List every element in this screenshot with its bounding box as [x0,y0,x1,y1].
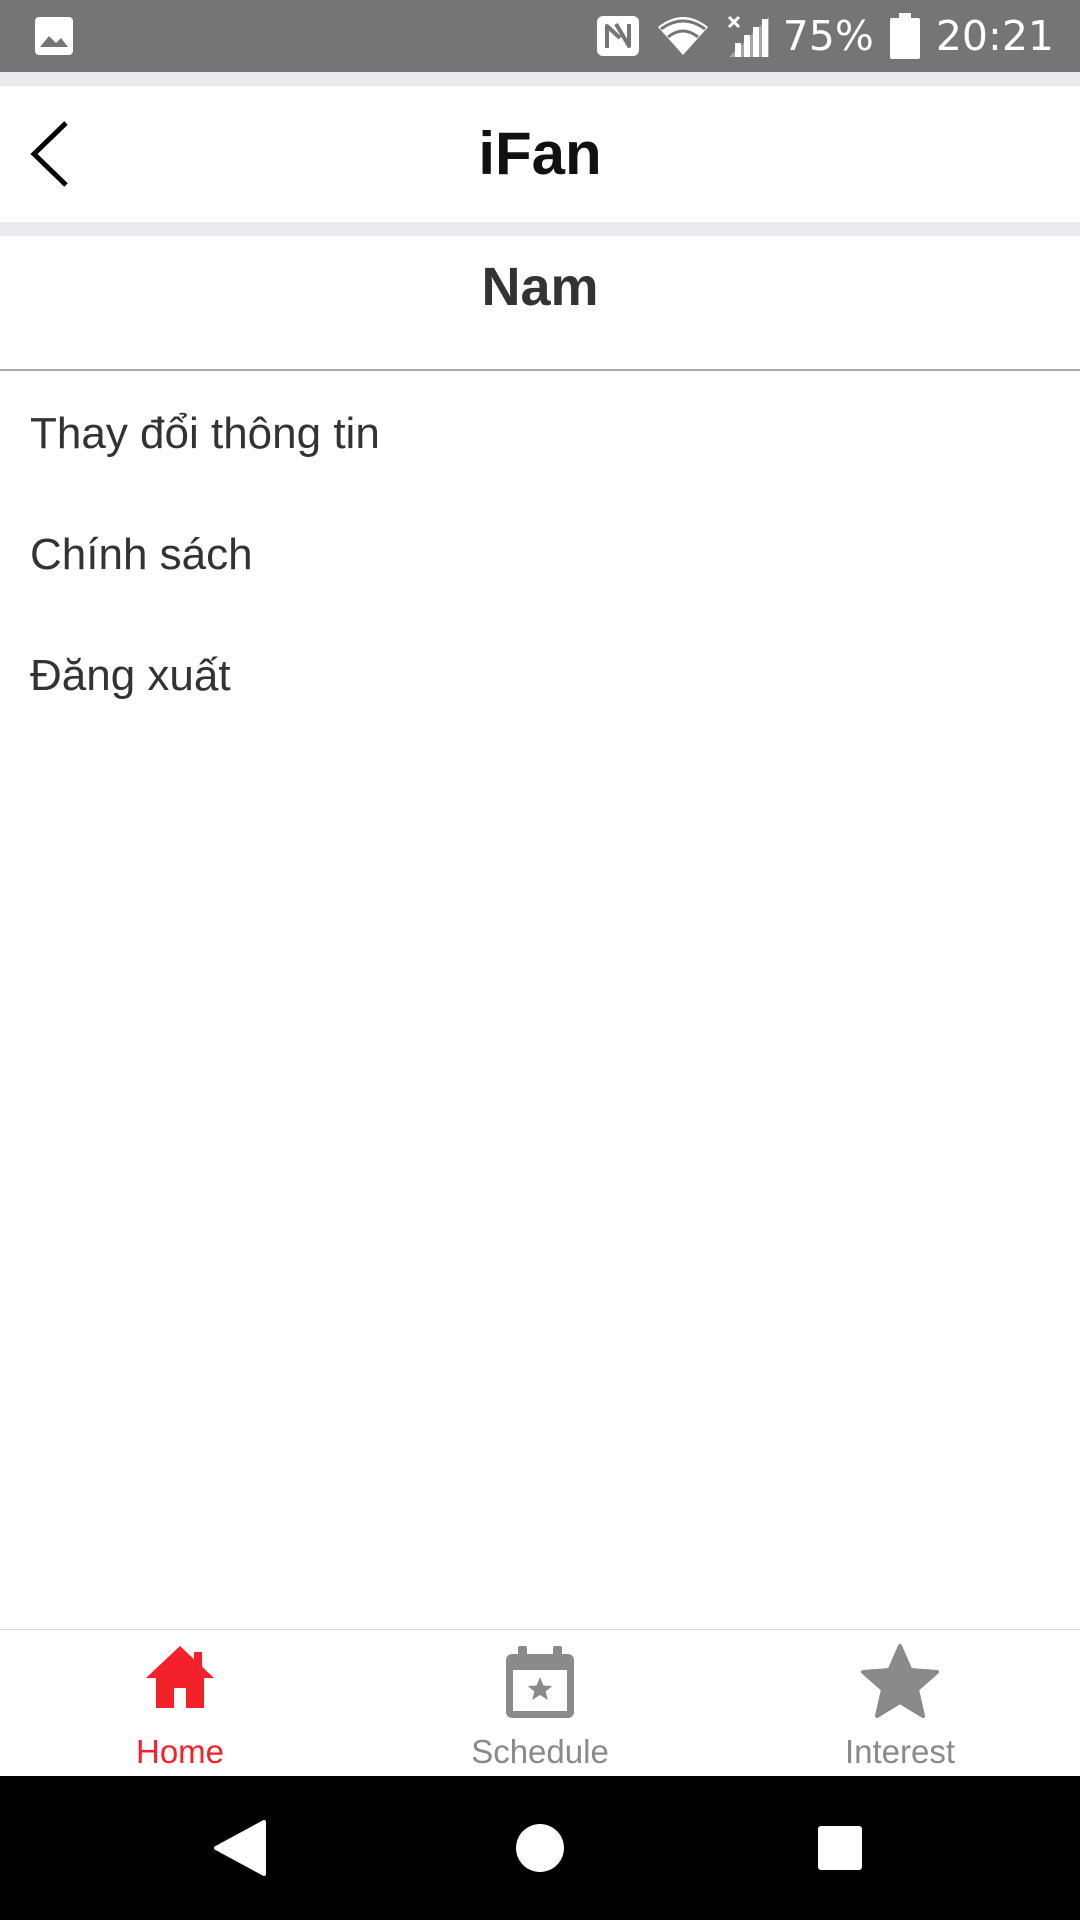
star-icon [861,1644,939,1718]
status-bar: 75% 20:21 [0,0,1080,72]
profile-section: Nam [0,236,1080,371]
tab-interest[interactable]: Interest [720,1630,1080,1776]
bottom-tab-bar: Home Schedule Interest [0,1629,1080,1776]
system-nav-bar [0,1776,1080,1920]
battery-percent: 75% [782,11,874,60]
tab-schedule[interactable]: Schedule [360,1630,720,1776]
menu-item-label: Thay đổi thông tin [30,409,380,458]
back-button[interactable] [10,114,90,194]
status-divider [0,72,1080,86]
home-circle-icon [516,1824,564,1872]
menu-item-label: Đăng xuất [30,651,231,700]
app-header: iFan [0,86,1080,222]
tab-home[interactable]: Home [0,1630,360,1776]
battery-icon [889,13,920,59]
menu-item-policy[interactable]: Chính sách [0,492,1080,613]
calendar-star-icon [506,1646,574,1718]
system-back-button[interactable] [190,1798,290,1898]
profile-name: Nam [481,257,599,317]
tab-home-label: Home [135,1733,225,1770]
system-home-button[interactable] [490,1798,590,1898]
recents-square-icon [818,1826,862,1870]
home-icon [146,1646,214,1708]
cell-signal-icon [727,15,769,57]
gallery-icon [35,17,73,55]
menu-item-logout[interactable]: Đăng xuất [0,613,1080,734]
menu-item-edit-info[interactable]: Thay đổi thông tin [0,371,1080,492]
back-triangle-icon [214,1820,266,1876]
tab-schedule-label: Schedule [471,1733,609,1770]
wifi-icon [657,17,708,55]
menu-item-label: Chính sách [30,530,253,579]
menu-list: Thay đổi thông tin Chính sách Đăng xuất [0,371,1080,734]
page-title: iFan [478,120,602,187]
chevron-left-icon [30,121,68,187]
system-recents-button[interactable] [790,1798,890,1898]
header-divider [0,222,1080,236]
clock: 20:21 [935,11,1054,60]
nfc-icon [596,16,639,56]
tab-interest-label: Interest [844,1733,956,1770]
